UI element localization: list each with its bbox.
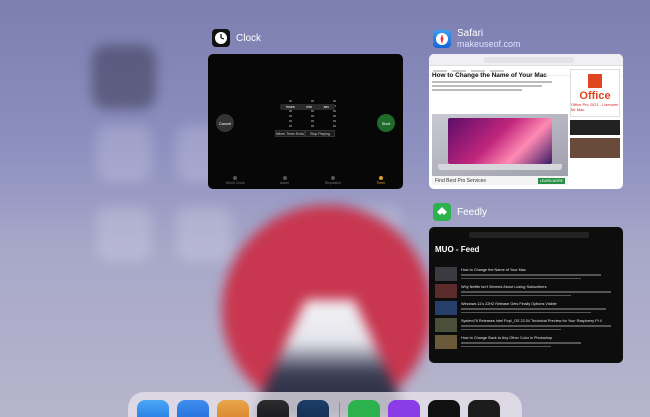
timer-selected-row: hours min sec: [280, 104, 335, 110]
clock-icon[interactable]: [428, 400, 460, 417]
timer-cancel-button[interactable]: Cancel: [216, 114, 234, 132]
safari-address-bar[interactable]: [484, 57, 574, 63]
safari-icon[interactable]: [137, 400, 169, 417]
timer-option-stop[interactable]: Stop Playing: [305, 130, 335, 137]
timer-options: When Timer Ends Stop Playing: [275, 130, 335, 137]
feedly-app-title: Feedly: [457, 206, 488, 218]
safari-icon: [433, 29, 451, 48]
sidebar-thumbnail[interactable]: [570, 138, 620, 158]
article-headline[interactable]: How to Change the Name of Your Mac: [432, 72, 568, 79]
feed-item-title: How to Change the Name of Your Mac: [461, 268, 526, 272]
feed-item[interactable]: How to Change the Name of Your Mac: [435, 267, 619, 281]
clock-icon: [212, 29, 230, 47]
feed-thumbnail: [435, 284, 457, 298]
tab-timer[interactable]: Timer: [376, 176, 385, 185]
safari-toolbar: [429, 54, 623, 66]
learn-more-button[interactable]: LEARN MORE: [537, 177, 565, 184]
feed-thumbnail: [435, 267, 457, 281]
ad-subtitle: Office Pro 2021 - Lizenzen für Mac: [571, 102, 619, 112]
laptop-screen: [448, 118, 552, 164]
dock-separator: [339, 402, 340, 417]
sidebar-thumbnail[interactable]: [570, 120, 620, 135]
timer-icon: [378, 176, 383, 180]
feed-item[interactable]: How to Change Back to Any Other Color in…: [435, 335, 619, 349]
feed-thumbnail: [435, 318, 457, 332]
banner-ad[interactable]: Find Best Pro Services LEARN MORE: [432, 176, 568, 185]
photos-icon[interactable]: [297, 400, 329, 417]
safari-app-header[interactable]: Safari makeuseof.com: [433, 28, 521, 49]
tab-label: Alarm: [280, 181, 290, 185]
timer-start-button[interactable]: Start: [377, 114, 395, 132]
feed-thumbnail: [435, 335, 457, 349]
feed-item[interactable]: Windows 11's 22H2 Release Gets Finally O…: [435, 301, 619, 315]
sidebar-ad[interactable]: Office Office Pro 2021 - Lizenzen für Ma…: [570, 69, 620, 158]
feed-item-title: Why Netflix Isn't Worried About Losing S…: [461, 285, 547, 289]
notes-icon[interactable]: [257, 400, 289, 417]
article-hero-image: [432, 114, 568, 176]
tab-label: World Clock: [225, 181, 245, 185]
timer-unit-sec: sec: [323, 105, 330, 109]
feed-thumbnail: [435, 301, 457, 315]
clock-tab-bar: World Clock Alarm Stopwatch Timer: [208, 176, 403, 185]
home-app-icon: [176, 206, 232, 262]
books-icon[interactable]: [217, 400, 249, 417]
feedly-icon: [433, 203, 451, 221]
feed-item[interactable]: Why Netflix Isn't Worried About Losing S…: [435, 284, 619, 298]
alarm-icon: [282, 176, 287, 180]
tab-label: Stopwatch: [324, 181, 341, 185]
tab-label: Timer: [376, 181, 386, 185]
clock-app-card[interactable]: Cancel Start hours min sec When Timer En…: [208, 54, 403, 189]
feed-item[interactable]: System76 Releases Intel Pop!_OS 22.04 Te…: [435, 318, 619, 332]
feed-item-title: Windows 11's 22H2 Release Gets Finally O…: [461, 302, 557, 306]
files-icon[interactable]: [177, 400, 209, 417]
ad-brand: Office: [579, 90, 611, 102]
safari-app-subtitle: makeuseof.com: [457, 39, 521, 49]
timer-option-ends[interactable]: When Timer Ends: [275, 130, 305, 137]
dock: [128, 392, 522, 417]
clock-app-title: Clock: [236, 32, 262, 44]
home-app-icon: [96, 126, 152, 182]
feed-title: MUO - Feed: [435, 245, 480, 254]
safari-app-title: Safari: [457, 28, 484, 39]
safari-app-card[interactable]: How to Change the Name of Your Mac Offic…: [429, 54, 623, 189]
feed-item-title: System76 Releases Intel Pop!_OS 22.04 Te…: [461, 319, 602, 323]
timer-unit-hours: hours: [285, 105, 295, 109]
tab-world-clock[interactable]: World Clock: [226, 176, 245, 185]
feedly-small-icon[interactable]: [468, 400, 500, 417]
twitch-icon[interactable]: [388, 400, 420, 417]
tab-stopwatch[interactable]: Stopwatch: [325, 176, 341, 185]
world-clock-icon: [233, 176, 238, 180]
feedly-search-bar[interactable]: [469, 232, 589, 238]
home-widget-placeholder: [92, 45, 156, 109]
office-logo-icon: [588, 74, 602, 88]
feedly-app-card[interactable]: MUO - Feed How to Change the Name of You…: [429, 227, 623, 363]
article-text-line: [432, 89, 522, 91]
article: How to Change the Name of Your Mac: [432, 72, 568, 91]
stopwatch-icon: [330, 176, 335, 180]
laptop-base: [438, 164, 562, 170]
home-app-icon: [96, 206, 152, 262]
article-text-line: [432, 85, 542, 87]
feedly-icon[interactable]: [348, 400, 380, 417]
tab-alarm[interactable]: Alarm: [280, 176, 289, 185]
banner-text: Find Best Pro Services: [435, 177, 486, 184]
feedly-app-header[interactable]: Feedly: [433, 203, 487, 221]
article-text-line: [432, 81, 552, 83]
feed-item-title: How to Change Back to Any Other Color in…: [461, 336, 553, 340]
timer-unit-min: min: [306, 105, 312, 109]
clock-app-header[interactable]: Clock: [212, 29, 261, 47]
